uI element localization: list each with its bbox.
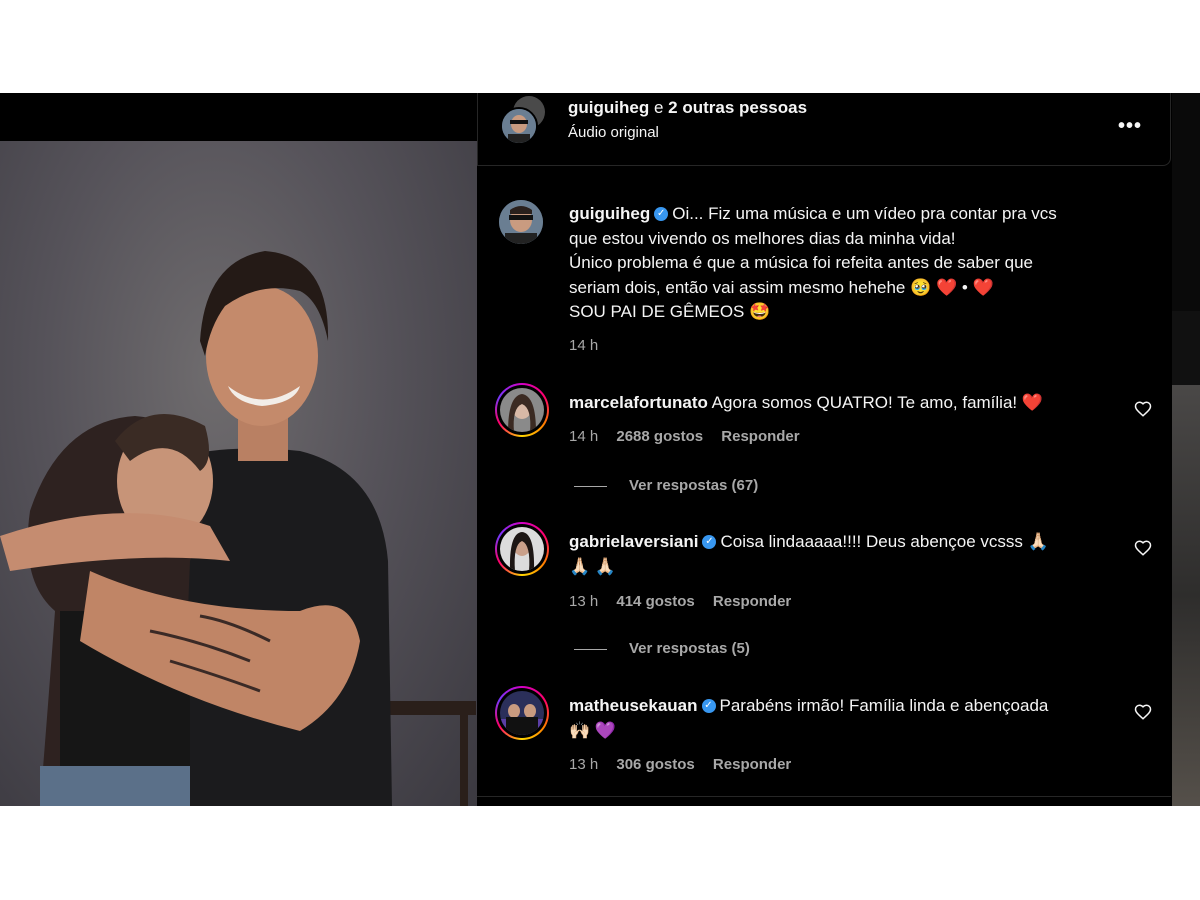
divider	[477, 796, 1171, 797]
avatar-story-ring[interactable]	[495, 383, 549, 437]
caption-text-2: que estou vivendo os melhores dias da mi…	[569, 228, 956, 248]
caption-text-5: SOU PAI DE GÊMEOS 🤩	[569, 302, 771, 321]
comment-text: Coisa lindaaaaa!!!! Deus abençoe vcsss 🙏…	[720, 532, 1049, 551]
comment-2: gabrielaversiani ✓ Coisa lindaaaaa!!!! Deu…	[569, 530, 1129, 579]
avatar	[500, 107, 538, 145]
view-replies-label: Ver respostas (5)	[629, 640, 750, 657]
caption: guiguiheg ✓ Oi... Fiz uma música e um víde…	[569, 202, 1129, 325]
comment-username[interactable]: marcelafortunato	[569, 393, 708, 412]
comment-username[interactable]: matheusekauan	[569, 696, 698, 715]
comment-text-2: 🙏🏻 🙏🏻	[569, 556, 617, 576]
comment-3: matheusekauan ✓ Parabéns irmão! Família li…	[569, 694, 1129, 743]
audio-header[interactable]: guiguiheg e 2 outras pessoas Áudio origi…	[477, 93, 1171, 166]
caption-text-3: Único problema é que a música foi refeit…	[569, 253, 1033, 272]
comment-meta: 13 h 414 gostos Responder	[569, 593, 805, 610]
comment-time[interactable]: 13 h	[569, 593, 598, 610]
caption-text-1: Oi... Fiz uma música e um vídeo pra cont…	[672, 204, 1057, 223]
post-photo	[0, 93, 477, 806]
reply-button[interactable]: Responder	[721, 428, 799, 445]
comment-text: Agora somos QUATRO! Te amo, família! ❤️	[711, 393, 1044, 412]
reply-button[interactable]: Responder	[713, 756, 791, 773]
verified-badge-icon: ✓	[701, 698, 716, 713]
caption-text-4: seriam dois, então vai assim mesmo heheh…	[569, 277, 994, 297]
heart-icon[interactable]	[1134, 400, 1152, 418]
more-horizontal-icon[interactable]: •••	[1118, 115, 1142, 138]
view-replies-button[interactable]: Ver respostas (67)	[574, 477, 758, 494]
audio-others-conjunction: e	[653, 98, 664, 117]
couple-photo-illustration	[0, 251, 476, 806]
comment-text-2: 🙌🏻 💜	[569, 720, 617, 740]
adjacent-post-preview	[1172, 93, 1200, 806]
avatar-story-ring[interactable]	[495, 522, 549, 576]
divider	[574, 648, 607, 650]
comment-time[interactable]: 14 h	[569, 428, 598, 445]
avatar[interactable]	[499, 200, 543, 244]
view-replies-button[interactable]: Ver respostas (5)	[574, 640, 750, 657]
caption-line-1: guiguiheg ✓ Oi... Fiz uma música e um víde…	[569, 202, 1129, 227]
comments-panel: guiguiheg e 2 outras pessoas Áudio origi…	[477, 93, 1172, 806]
audio-title: guiguiheg e 2 outras pessoas	[568, 98, 807, 118]
comment-text: Parabéns irmão! Família linda e abençoad…	[719, 696, 1049, 715]
comment-meta: 13 h 306 gostos Responder	[569, 756, 805, 773]
heart-icon[interactable]	[1134, 539, 1152, 557]
audio-others-count[interactable]: 2 outras pessoas	[668, 98, 807, 117]
comment-username[interactable]: gabrielaversiani	[569, 532, 698, 551]
comment-likes[interactable]: 2688 gostos	[616, 428, 703, 445]
heart-icon[interactable]	[1134, 703, 1152, 721]
comment-likes[interactable]: 414 gostos	[616, 593, 694, 610]
audio-user[interactable]: guiguiheg	[568, 98, 649, 117]
comment-time[interactable]: 13 h	[569, 756, 598, 773]
verified-badge-icon: ✓	[702, 534, 717, 549]
comment-likes[interactable]: 306 gostos	[616, 756, 694, 773]
avatar-story-ring[interactable]	[495, 686, 549, 740]
comment-meta: 14 h 2688 gostos Responder	[569, 428, 814, 445]
verified-badge-icon: ✓	[654, 206, 669, 221]
instagram-post-screenshot: guiguiheg e 2 outras pessoas Áudio origi…	[0, 93, 1200, 806]
caption-username[interactable]: guiguiheg	[569, 204, 650, 223]
divider	[574, 485, 607, 487]
view-replies-label: Ver respostas (67)	[629, 477, 759, 494]
caption-time[interactable]: 14 h	[569, 337, 598, 354]
comment-1: marcelafortunato Agora somos QUATRO! Te …	[569, 391, 1129, 416]
reply-button[interactable]: Responder	[713, 593, 791, 610]
audio-subtitle[interactable]: Áudio original	[568, 124, 659, 141]
